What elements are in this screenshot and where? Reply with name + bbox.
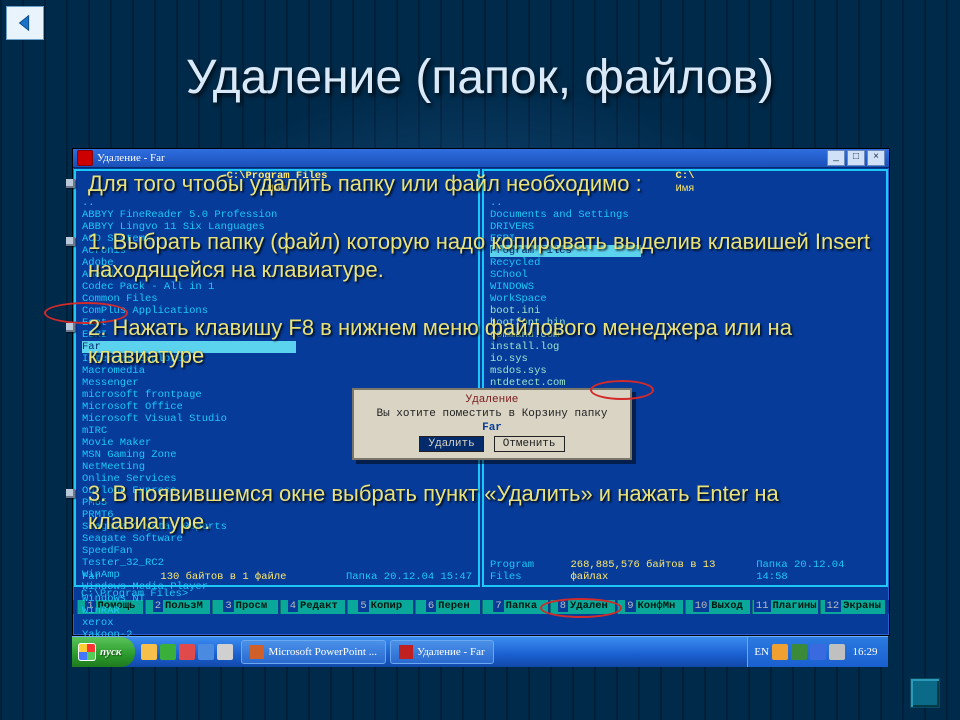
bullet-1: Для того чтобы удалить папку или файл не… bbox=[54, 170, 900, 198]
windows-taskbar[interactable]: пуск Microsoft PowerPoint ... Удаление -… bbox=[72, 636, 888, 667]
fkey-12[interactable]: 12Экраны bbox=[820, 600, 886, 614]
bullet-3: 2. Нажать клавишу F8 в нижнем меню файло… bbox=[54, 314, 900, 370]
ql-icon-3[interactable] bbox=[179, 644, 195, 660]
left-summary-date: Папка 20.12.04 15:47 bbox=[346, 571, 472, 583]
left-selected-name: Far bbox=[82, 571, 101, 583]
bullet-4: 3. В появившемся окне выбрать пункт «Уда… bbox=[54, 480, 900, 536]
slide-root: Удаление (папок, файлов) Удаление - Far … bbox=[0, 0, 960, 720]
fkey-7[interactable]: 7Папка bbox=[482, 600, 548, 614]
maximize-button[interactable]: □ bbox=[847, 150, 865, 166]
far-taskbar-icon bbox=[399, 645, 413, 659]
taskbar-clock[interactable]: 16:29 bbox=[848, 646, 882, 658]
tray-icon-1[interactable] bbox=[772, 644, 788, 660]
taskbar-app1-label: Microsoft PowerPoint ... bbox=[268, 646, 376, 658]
fkey-10[interactable]: 10Выход bbox=[685, 600, 751, 614]
taskbar-app-powerpoint[interactable]: Microsoft PowerPoint ... bbox=[241, 640, 385, 664]
windows-logo-icon bbox=[78, 643, 96, 661]
fkey-11[interactable]: 11Плагины bbox=[752, 600, 818, 614]
fkey-9[interactable]: 9КонфМн bbox=[617, 600, 683, 614]
taskbar-app2-label: Удаление - Far bbox=[417, 646, 485, 658]
ql-icon-5[interactable] bbox=[217, 644, 233, 660]
powerpoint-icon bbox=[250, 645, 264, 659]
close-button[interactable]: × bbox=[867, 150, 885, 166]
far-titlebar[interactable]: Удаление - Far _ □ × bbox=[73, 149, 889, 168]
tray-icon-2[interactable] bbox=[791, 644, 807, 660]
ql-icon-1[interactable] bbox=[141, 644, 157, 660]
minimize-button[interactable]: _ bbox=[827, 150, 845, 166]
left-summary-sel: 130 байтов в 1 файле bbox=[160, 571, 286, 583]
highlight-ellipse-f8 bbox=[540, 598, 622, 618]
ql-icon-2[interactable] bbox=[160, 644, 176, 660]
start-label: пуск bbox=[100, 646, 121, 658]
far-window-title: Удаление - Far bbox=[97, 152, 165, 164]
tray-icon-4[interactable] bbox=[829, 644, 845, 660]
taskbar-app-far[interactable]: Удаление - Far bbox=[390, 640, 494, 664]
language-indicator[interactable]: EN bbox=[754, 646, 769, 658]
slide-bullets: Для того чтобы удалить папку или файл не… bbox=[54, 170, 900, 566]
slide-title: Удаление (папок, файлов) bbox=[0, 0, 960, 115]
slide-corner-decoration bbox=[910, 678, 940, 708]
tray-icon-3[interactable] bbox=[810, 644, 826, 660]
start-button[interactable]: пуск bbox=[72, 637, 135, 667]
far-app-icon bbox=[77, 150, 93, 166]
ql-icon-4[interactable] bbox=[198, 644, 214, 660]
system-tray[interactable]: EN 16:29 bbox=[747, 637, 888, 667]
quick-launch[interactable] bbox=[141, 644, 233, 660]
bullet-2: 1. Выбрать папку (файл) которую надо коп… bbox=[54, 228, 900, 284]
